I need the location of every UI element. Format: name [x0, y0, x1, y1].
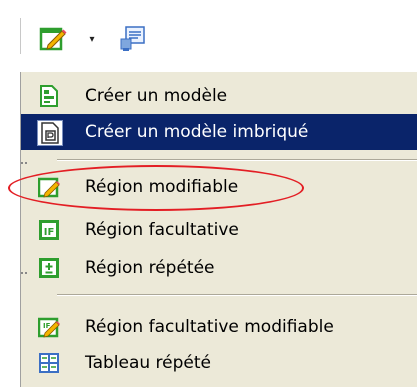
- template-dropdown-menu: Créer un modèle Créer un modèle imbriqué…: [20, 72, 417, 387]
- template-dropdown-arrow[interactable]: ▾: [86, 33, 98, 45]
- menu-grip-dots: [21, 162, 27, 166]
- editable-optional-region-icon: IF: [37, 315, 61, 339]
- library-button[interactable]: [118, 24, 148, 54]
- toolbar: ▾: [0, 0, 417, 72]
- menu-item-label: Créer un modèle imbriqué: [85, 122, 309, 142]
- create-template-icon: [37, 84, 61, 108]
- menu-item-create-nested-template[interactable]: Créer un modèle imbriqué: [21, 114, 417, 150]
- library-icon: [120, 26, 145, 51]
- editable-region-icon: [37, 175, 61, 199]
- template-icon: [39, 27, 67, 51]
- menu-item-label: Tableau répété: [85, 353, 212, 373]
- menu-item-repeating-region[interactable]: Région répétée: [21, 250, 417, 286]
- menu-item-editable-optional-region[interactable]: IF Région facultative modifiable: [21, 309, 417, 345]
- menu-item-label: Région répétée: [85, 258, 215, 278]
- menu-item-create-template[interactable]: Créer un modèle: [21, 78, 417, 114]
- menu-item-label: Région modifiable: [85, 177, 239, 197]
- menu-item-repeating-table[interactable]: Tableau répété: [21, 345, 417, 381]
- repeating-table-icon: [37, 351, 61, 375]
- svg-text:IF: IF: [44, 227, 55, 238]
- repeating-region-icon: [37, 256, 61, 280]
- toolbar-grip[interactable]: [20, 18, 24, 54]
- menu-item-label: Région facultative modifiable: [85, 317, 334, 337]
- menu-item-editable-region[interactable]: Région modifiable: [21, 169, 417, 205]
- template-button[interactable]: [38, 24, 68, 54]
- chevron-down-icon: ▾: [89, 33, 95, 45]
- menu-item-label: Région facultative: [85, 220, 239, 240]
- menu-item-label: Créer un modèle: [85, 86, 228, 106]
- menu-separator: [57, 294, 417, 296]
- create-nested-template-icon: [37, 120, 63, 146]
- menu-item-optional-region[interactable]: IF Région facultative: [21, 212, 417, 248]
- optional-region-icon: IF: [37, 218, 61, 242]
- menu-separator: [57, 159, 417, 161]
